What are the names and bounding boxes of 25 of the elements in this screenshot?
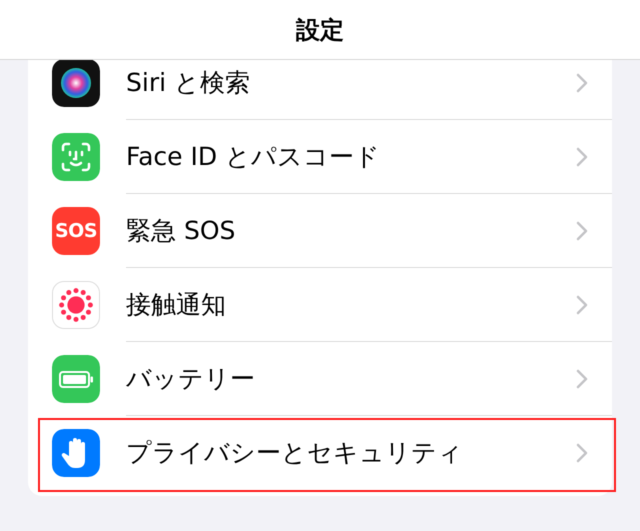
chevron-icon	[576, 443, 588, 463]
chevron-icon	[576, 368, 588, 388]
row-label: 緊急 SOS	[126, 214, 236, 247]
face-scan-icon	[52, 133, 100, 181]
row-label: プライバシーとセキュリティ	[126, 437, 464, 470]
row-label: 接触通知	[126, 288, 227, 321]
settings-row[interactable]: プライバシーとセキュリティ	[52, 416, 612, 490]
row-label: Face ID とパスコード	[126, 140, 382, 173]
settings-row[interactable]: 接触通知	[52, 268, 612, 342]
settings-row[interactable]: バッテリー	[52, 342, 612, 416]
row-label: バッテリー	[126, 362, 256, 395]
battery-icon	[52, 355, 100, 403]
chevron-icon	[576, 72, 588, 92]
orb-icon	[52, 60, 100, 107]
settings-row[interactable]: Siri と検索	[52, 60, 612, 120]
chevron-icon	[576, 294, 588, 314]
chevron-icon	[576, 146, 588, 166]
row-label: Siri と検索	[126, 66, 251, 99]
settings-row[interactable]: SOS 緊急 SOS	[52, 194, 612, 268]
page-title: 設定	[296, 14, 344, 46]
settings-row[interactable]: Face ID とパスコード	[52, 120, 612, 194]
sun-icon	[52, 281, 100, 329]
chevron-icon	[576, 220, 588, 240]
sos-icon: SOS	[52, 207, 100, 255]
hand-icon	[52, 429, 100, 477]
